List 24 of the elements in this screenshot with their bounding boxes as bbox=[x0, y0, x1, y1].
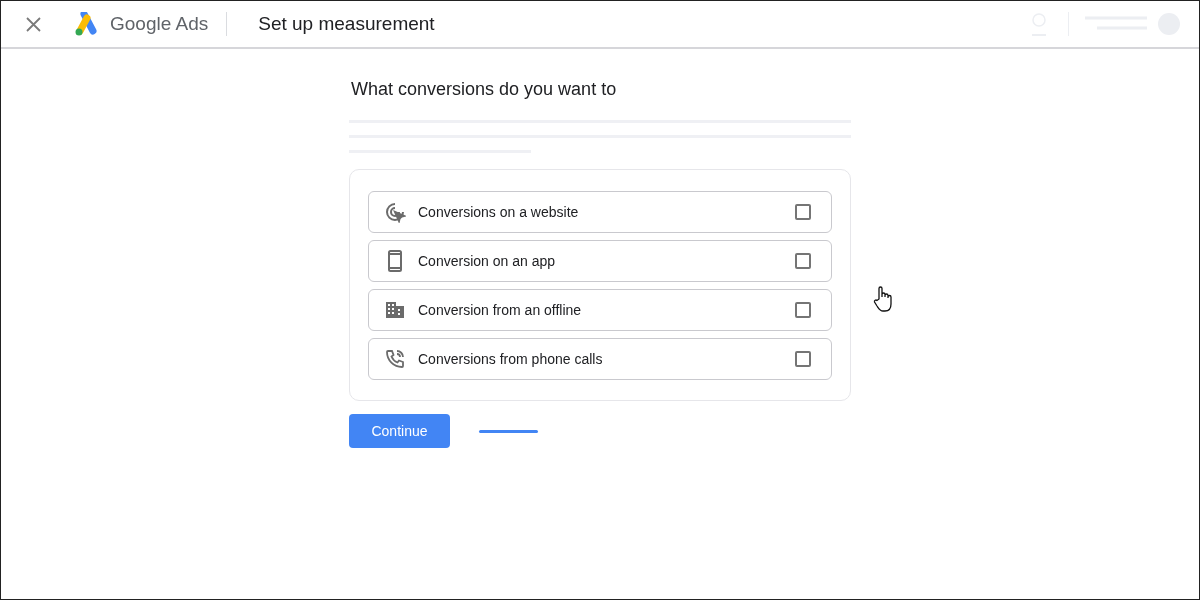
option-row[interactable]: Conversions from phone calls bbox=[368, 338, 832, 380]
option-label: Conversions on a website bbox=[418, 202, 580, 222]
hand-cursor-icon bbox=[873, 285, 895, 313]
cursor-target-icon bbox=[384, 201, 406, 223]
checkbox[interactable] bbox=[795, 204, 811, 220]
option-row[interactable]: Conversion on an app bbox=[368, 240, 832, 282]
checkbox[interactable] bbox=[795, 302, 811, 318]
brand-name: Google Ads bbox=[110, 11, 209, 36]
building-icon bbox=[385, 301, 405, 319]
page-title: Set up measurement bbox=[258, 11, 435, 36]
close-icon[interactable] bbox=[26, 16, 41, 32]
continue-button[interactable]: Continue bbox=[349, 414, 450, 448]
question-heading: What conversions do you want to bbox=[351, 78, 618, 101]
phone-call-icon bbox=[385, 349, 405, 369]
option-label: Conversion on an app bbox=[418, 251, 556, 271]
option-row[interactable]: Conversion from an offline bbox=[368, 289, 832, 331]
option-label: Conversion from an offline bbox=[418, 300, 583, 320]
checkbox[interactable] bbox=[795, 351, 811, 367]
option-label: Conversions from phone calls bbox=[418, 349, 604, 369]
phone-icon bbox=[387, 250, 403, 272]
logo-icon bbox=[74, 12, 100, 36]
placeholder-line bbox=[479, 429, 538, 433]
option-row[interactable]: Conversions on a website bbox=[368, 191, 832, 233]
checkbox[interactable] bbox=[795, 253, 811, 269]
